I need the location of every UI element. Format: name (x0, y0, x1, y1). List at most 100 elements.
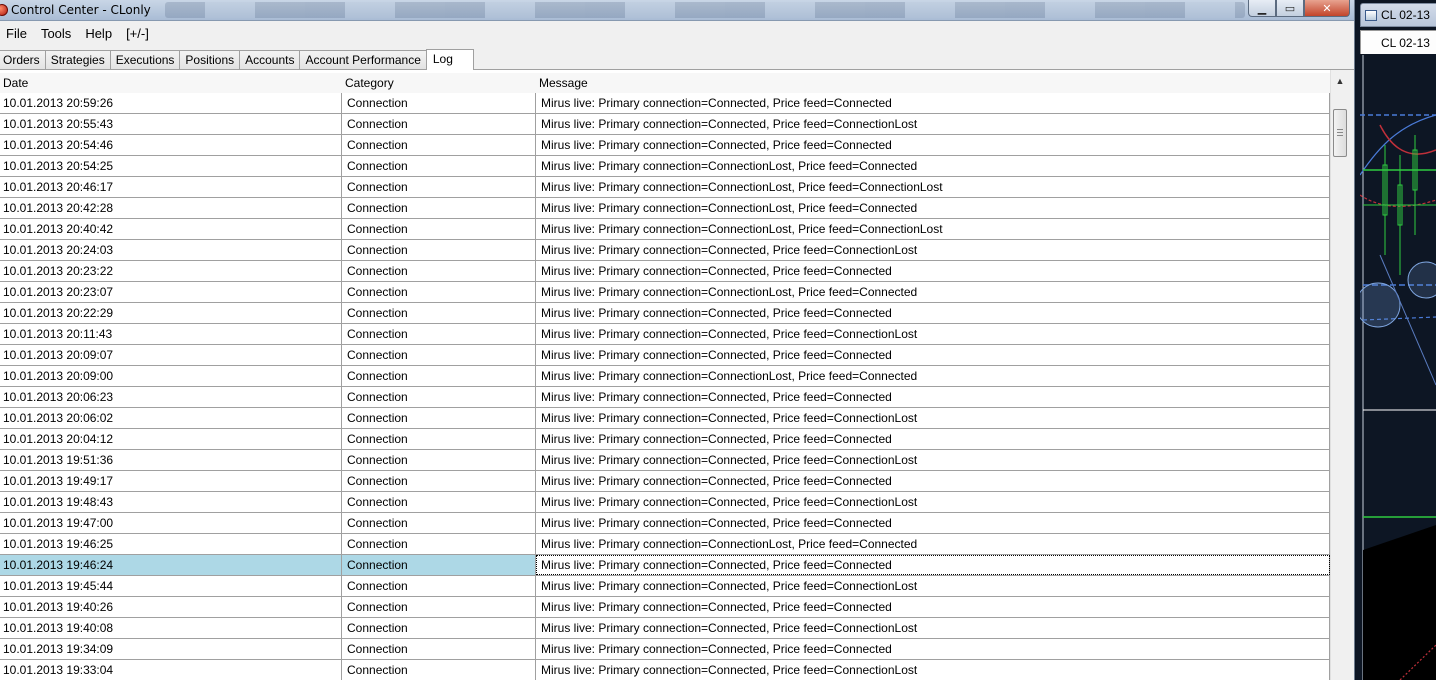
cell-message[interactable]: Mirus live: Primary connection=Connected… (536, 240, 1330, 260)
chart-title-bar[interactable]: CL 02-13 (1360, 3, 1436, 27)
cell-category[interactable]: Connection (342, 135, 536, 155)
table-row[interactable]: 10.01.2013 19:49:17 Connection Mirus live:… (0, 471, 1330, 492)
cell-category[interactable]: Connection (342, 261, 536, 281)
cell-date[interactable]: 10.01.2013 20:11:43 (0, 324, 342, 344)
cell-message[interactable]: Mirus live: Primary connection=Connected… (536, 114, 1330, 134)
cell-category[interactable]: Connection (342, 576, 536, 596)
cell-category[interactable]: Connection (342, 534, 536, 554)
cell-category[interactable]: Connection (342, 555, 536, 575)
cell-category[interactable]: Connection (342, 177, 536, 197)
chart-tab[interactable]: CL 02-13 (1360, 30, 1436, 54)
cell-message[interactable]: Mirus live: Primary connection=Connected… (536, 261, 1330, 281)
column-header-message[interactable]: Message (536, 73, 1330, 93)
cell-message[interactable]: Mirus live: Primary connection=Connectio… (536, 156, 1330, 176)
table-row[interactable]: 10.01.2013 20:54:25 Connection Mirus live:… (0, 156, 1330, 177)
column-header-date[interactable]: Date (0, 73, 342, 93)
table-row[interactable]: 10.01.2013 19:34:09 Connection Mirus live:… (0, 639, 1330, 660)
cell-category[interactable]: Connection (342, 618, 536, 638)
tab-executions[interactable]: Executions (109, 50, 181, 69)
cell-date[interactable]: 10.01.2013 20:04:12 (0, 429, 342, 449)
cell-category[interactable]: Connection (342, 93, 536, 113)
table-row[interactable]: 10.01.2013 20:24:03 Connection Mirus live:… (0, 240, 1330, 261)
cell-date[interactable]: 10.01.2013 20:23:07 (0, 282, 342, 302)
column-header-category[interactable]: Category (342, 73, 536, 93)
cell-date[interactable]: 10.01.2013 20:09:07 (0, 345, 342, 365)
menu-tools[interactable]: Tools (34, 26, 78, 41)
table-row[interactable]: 10.01.2013 19:48:43 Connection Mirus live:… (0, 492, 1330, 513)
cell-category[interactable]: Connection (342, 282, 536, 302)
table-row[interactable]: 10.01.2013 20:22:29 Connection Mirus live:… (0, 303, 1330, 324)
cell-message[interactable]: Mirus live: Primary connection=Connected… (536, 93, 1330, 113)
table-row[interactable]: 10.01.2013 19:51:36 Connection Mirus live:… (0, 450, 1330, 471)
cell-message[interactable]: Mirus live: Primary connection=Connectio… (536, 198, 1330, 218)
cell-message[interactable]: Mirus live: Primary connection=Connected… (536, 303, 1330, 323)
tab-orders[interactable]: Orders (0, 50, 46, 69)
maximize-button[interactable]: ▭ (1276, 0, 1304, 17)
table-row[interactable]: 10.01.2013 20:04:12 Connection Mirus live:… (0, 429, 1330, 450)
cell-date[interactable]: 10.01.2013 20:23:22 (0, 261, 342, 281)
cell-date[interactable]: 10.01.2013 19:33:04 (0, 660, 342, 680)
table-row[interactable]: 10.01.2013 20:09:07 Connection Mirus live:… (0, 345, 1330, 366)
vertical-scrollbar[interactable]: ▲ (1330, 70, 1348, 680)
minimize-button[interactable]: ▁ (1248, 0, 1276, 17)
tab-accounts[interactable]: Accounts (239, 50, 301, 69)
cell-message[interactable]: Mirus live: Primary connection=Connected… (536, 135, 1330, 155)
table-row[interactable]: 10.01.2013 19:45:44 Connection Mirus live:… (0, 576, 1330, 597)
table-row[interactable]: 10.01.2013 20:46:17 Connection Mirus live:… (0, 177, 1330, 198)
cell-category[interactable]: Connection (342, 366, 536, 386)
cell-date[interactable]: 10.01.2013 20:06:23 (0, 387, 342, 407)
cell-message[interactable]: Mirus live: Primary connection=Connected… (536, 576, 1330, 596)
table-row[interactable]: 10.01.2013 20:42:28 Connection Mirus live:… (0, 198, 1330, 219)
cell-category[interactable]: Connection (342, 303, 536, 323)
close-button[interactable]: ✕ (1304, 0, 1350, 17)
cell-date[interactable]: 10.01.2013 20:55:43 (0, 114, 342, 134)
cell-message[interactable]: Mirus live: Primary connection=Connectio… (536, 282, 1330, 302)
cell-message[interactable]: Mirus live: Primary connection=Connected… (536, 408, 1330, 428)
cell-date[interactable]: 10.01.2013 19:48:43 (0, 492, 342, 512)
cell-category[interactable]: Connection (342, 450, 536, 470)
cell-message[interactable]: Mirus live: Primary connection=Connected… (536, 597, 1330, 617)
cell-message[interactable]: Mirus live: Primary connection=Connected… (536, 471, 1330, 491)
cell-date[interactable]: 10.01.2013 20:54:25 (0, 156, 342, 176)
cell-category[interactable]: Connection (342, 513, 536, 533)
cell-category[interactable]: Connection (342, 324, 536, 344)
cell-category[interactable]: Connection (342, 345, 536, 365)
cell-date[interactable]: 10.01.2013 19:34:09 (0, 639, 342, 659)
scroll-up-arrow-icon[interactable]: ▲ (1333, 74, 1347, 88)
cell-date[interactable]: 10.01.2013 20:42:28 (0, 198, 342, 218)
cell-message[interactable]: Mirus live: Primary connection=Connected… (536, 387, 1330, 407)
table-row[interactable]: 10.01.2013 19:46:25 Connection Mirus live:… (0, 534, 1330, 555)
table-row[interactable]: 10.01.2013 20:23:22 Connection Mirus live:… (0, 261, 1330, 282)
cell-date[interactable]: 10.01.2013 20:24:03 (0, 240, 342, 260)
table-row[interactable]: 10.01.2013 20:09:00 Connection Mirus live:… (0, 366, 1330, 387)
cell-date[interactable]: 10.01.2013 20:09:00 (0, 366, 342, 386)
cell-date[interactable]: 10.01.2013 19:45:44 (0, 576, 342, 596)
cell-date[interactable]: 10.01.2013 19:51:36 (0, 450, 342, 470)
menu-expand-toggle[interactable]: [+/-] (119, 26, 156, 41)
cell-category[interactable]: Connection (342, 471, 536, 491)
scroll-thumb[interactable] (1333, 109, 1347, 157)
cell-message[interactable]: Mirus live: Primary connection=Connected… (536, 555, 1330, 575)
cell-category[interactable]: Connection (342, 240, 536, 260)
cell-message[interactable]: Mirus live: Primary connection=Connectio… (536, 534, 1330, 554)
tab-strategies[interactable]: Strategies (44, 50, 111, 69)
cell-date[interactable]: 10.01.2013 19:49:17 (0, 471, 342, 491)
cell-category[interactable]: Connection (342, 387, 536, 407)
cell-category[interactable]: Connection (342, 597, 536, 617)
cell-message[interactable]: Mirus live: Primary connection=Connected… (536, 450, 1330, 470)
cell-date[interactable]: 10.01.2013 20:59:26 (0, 93, 342, 113)
cell-category[interactable]: Connection (342, 639, 536, 659)
table-row[interactable]: 10.01.2013 20:11:43 Connection Mirus live:… (0, 324, 1330, 345)
tab-log[interactable]: Log (425, 49, 474, 70)
cell-category[interactable]: Connection (342, 219, 536, 239)
cell-category[interactable]: Connection (342, 492, 536, 512)
table-row[interactable]: 10.01.2013 19:33:04 Connection Mirus live:… (0, 660, 1330, 680)
cell-message[interactable]: Mirus live: Primary connection=Connectio… (536, 219, 1330, 239)
cell-category[interactable]: Connection (342, 156, 536, 176)
table-row[interactable]: 10.01.2013 20:54:46 Connection Mirus live:… (0, 135, 1330, 156)
table-row[interactable]: 10.01.2013 20:06:02 Connection Mirus live:… (0, 408, 1330, 429)
table-row[interactable]: 10.01.2013 20:40:42 Connection Mirus live:… (0, 219, 1330, 240)
cell-message[interactable]: Mirus live: Primary connection=Connected… (536, 345, 1330, 365)
cell-message[interactable]: Mirus live: Primary connection=Connected… (536, 492, 1330, 512)
cell-date[interactable]: 10.01.2013 20:54:46 (0, 135, 342, 155)
